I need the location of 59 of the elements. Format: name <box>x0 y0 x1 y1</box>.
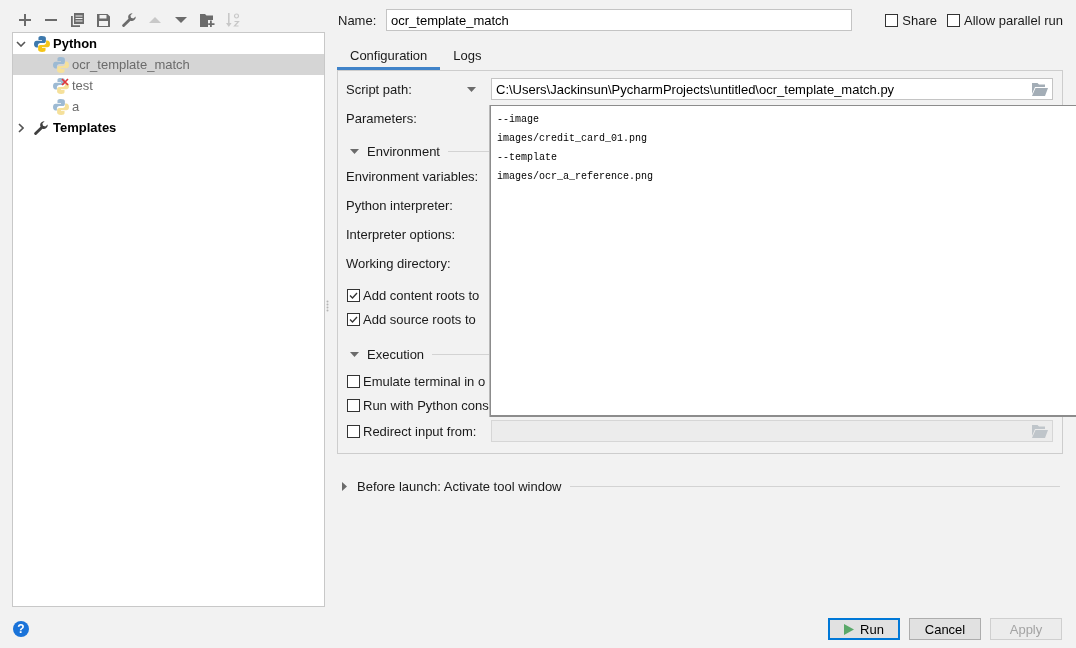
checkbox-label: Add content roots to <box>363 287 480 303</box>
checkbox[interactable] <box>947 13 960 27</box>
text-line: images/credit_card_01.png <box>497 132 649 146</box>
python-logo-icon <box>34 35 50 52</box>
help-button[interactable]: ? <box>13 621 29 637</box>
section-title: Execution <box>367 346 425 362</box>
tree-item[interactable]: test <box>13 75 324 96</box>
text-line: --image <box>497 113 540 127</box>
field-label: Python interpreter: <box>346 197 453 213</box>
field-label: Interpreter options: <box>346 226 456 242</box>
parameters-text-area[interactable]: --image images/credit_card_01.png --template images/ocr_a_reference.png <box>490 105 1076 417</box>
copy-icon[interactable] <box>70 13 84 27</box>
checkbox[interactable] <box>347 374 360 388</box>
triangle-down-icon[interactable] <box>175 17 187 23</box>
checkbox-label: Run with Python cons <box>363 397 489 413</box>
triangle-down-icon[interactable] <box>350 148 359 154</box>
field-label: Parameters: <box>346 110 417 126</box>
plus-icon[interactable] <box>19 14 31 26</box>
triangle-down-icon[interactable] <box>350 351 359 357</box>
tree-item[interactable]: Templates <box>13 117 324 138</box>
folder-plus-icon[interactable] <box>199 13 215 27</box>
name-label: Name: <box>337 12 378 28</box>
save-icon[interactable] <box>96 13 110 27</box>
chevron-right-icon[interactable] <box>18 122 24 133</box>
dialog-button[interactable]: Cancel <box>909 618 981 640</box>
script-path-field[interactable]: C:\Users\Jackinsun\PycharmProjects\untitled\ocr_template_match.py <box>491 78 1053 100</box>
section-title: Before launch: Activate tool window <box>357 478 562 494</box>
checkbox-label: Add source roots to <box>363 311 476 327</box>
field-label: Environment variables: <box>346 168 479 184</box>
dropdown-caret-icon[interactable] <box>467 86 476 92</box>
triangle-right-icon[interactable] <box>342 481 347 491</box>
python-logo-icon <box>53 56 69 73</box>
tree-item[interactable]: ocr_template_match <box>13 54 324 75</box>
run-button[interactable]: Run <box>828 618 900 640</box>
field-label: Working directory: <box>346 255 451 271</box>
text-line: --template <box>497 151 558 165</box>
checkbox[interactable] <box>885 13 899 27</box>
chevron-down-icon[interactable] <box>16 40 26 47</box>
section-title: Environment <box>367 143 440 159</box>
field-label: Script path: <box>346 81 412 97</box>
play-icon <box>844 623 855 635</box>
checkbox-label: Share <box>902 12 937 28</box>
checkbox-label: Redirect input from: <box>363 423 477 439</box>
wrench-icon[interactable] <box>122 13 136 27</box>
tree-item[interactable]: Python <box>13 33 324 54</box>
tab[interactable]: Logs <box>440 44 495 70</box>
python-logo-icon <box>53 98 69 115</box>
checkbox[interactable] <box>347 398 360 412</box>
checkbox[interactable] <box>347 312 360 326</box>
name-field[interactable]: ocr_template_match <box>386 9 852 31</box>
checkbox-label: Emulate terminal in o <box>363 373 486 389</box>
tree-item[interactable]: a <box>13 96 324 117</box>
text-line: images/ocr_a_reference.png <box>497 170 655 184</box>
splitter-grip-icon[interactable] <box>326 300 329 312</box>
tab[interactable]: Configuration <box>337 44 441 70</box>
checkbox[interactable] <box>347 288 360 302</box>
wrench-icon <box>34 120 48 135</box>
checkbox-label: Allow parallel run <box>964 12 1063 28</box>
python-logo-icon <box>53 77 69 94</box>
